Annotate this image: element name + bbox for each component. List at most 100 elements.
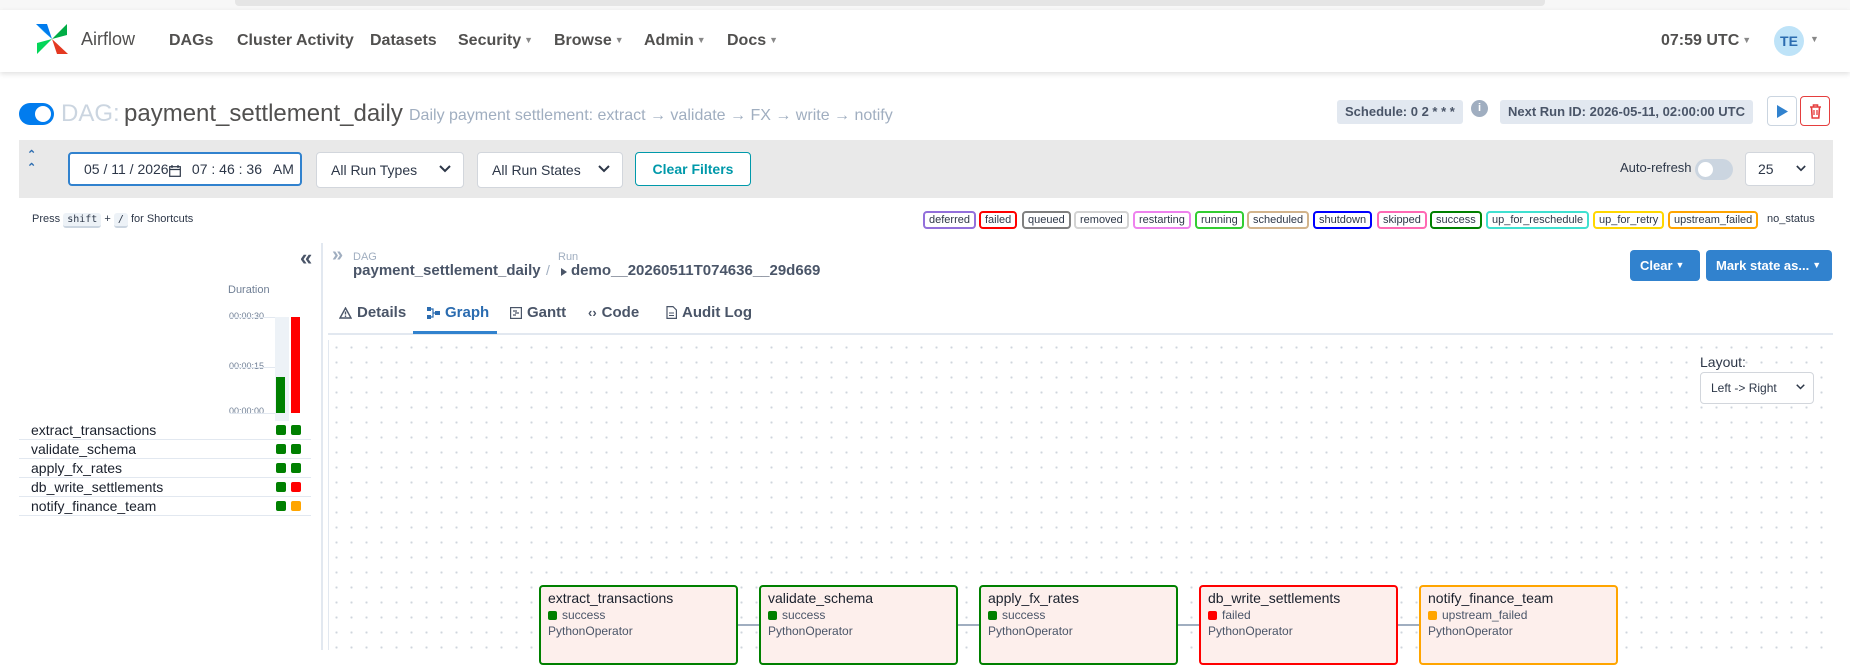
graph-node-validate-schema[interactable]: validate_schema success PythonOperator bbox=[759, 585, 958, 665]
nav-dags[interactable]: DAGs bbox=[169, 32, 213, 50]
trigger-dag-button[interactable] bbox=[1767, 96, 1797, 126]
task-row[interactable]: db_write_settlements bbox=[19, 478, 311, 497]
legend-running[interactable]: running bbox=[1195, 211, 1244, 229]
grid-line bbox=[230, 413, 276, 414]
legend-queued[interactable]: queued bbox=[1022, 211, 1071, 229]
tab-code[interactable]: ‹› Code bbox=[588, 304, 639, 321]
legend-upstream-failed[interactable]: upstream_failed bbox=[1668, 211, 1759, 229]
layout-value: Left -> Right bbox=[1711, 381, 1777, 395]
tab-gantt[interactable]: Gantt bbox=[510, 304, 566, 321]
graph-node-apply-fx-rates[interactable]: apply_fx_rates success PythonOperator bbox=[979, 585, 1178, 665]
tab-gantt-label: Gantt bbox=[527, 304, 567, 321]
chevron-down-icon: ▼ bbox=[696, 35, 706, 45]
task-instance-square[interactable] bbox=[291, 444, 301, 454]
task-instance-square[interactable] bbox=[291, 482, 301, 492]
shortcut-key-shift: shift bbox=[63, 213, 102, 228]
task-instance-square[interactable] bbox=[276, 501, 286, 511]
duration-bar-run-2[interactable] bbox=[291, 317, 300, 413]
breadcrumb-dag[interactable]: payment_settlement_daily bbox=[353, 262, 541, 279]
task-instance-square[interactable] bbox=[291, 463, 301, 473]
layout-select[interactable]: Left -> Right bbox=[1700, 372, 1814, 404]
node-state: upstream_failed bbox=[1428, 608, 1609, 622]
delete-dag-button[interactable] bbox=[1800, 96, 1830, 126]
shortcut-plus: + bbox=[104, 213, 111, 225]
legend-failed[interactable]: failed bbox=[979, 211, 1018, 229]
document-icon bbox=[666, 306, 677, 319]
panel-divider[interactable] bbox=[321, 243, 323, 650]
tab-details[interactable]: Details bbox=[339, 304, 406, 321]
tab-audit-log[interactable]: Audit Log bbox=[666, 304, 752, 321]
timezone-menu[interactable]: 07:59 UTC ▼ bbox=[1661, 32, 1751, 50]
clear-filters-button[interactable]: Clear Filters bbox=[635, 152, 751, 186]
nav-security[interactable]: Security ▼ bbox=[458, 32, 533, 50]
node-operator: PythonOperator bbox=[548, 624, 633, 638]
calendar-icon[interactable] bbox=[169, 165, 181, 177]
state-square bbox=[768, 610, 777, 620]
run-type-select[interactable]: All Run Types bbox=[316, 152, 464, 188]
legend-removed[interactable]: removed bbox=[1074, 211, 1129, 229]
expand-panel-icon[interactable]: » bbox=[332, 244, 343, 267]
task-row[interactable]: extract_transactions bbox=[19, 421, 311, 440]
task-instance-square[interactable] bbox=[276, 444, 286, 454]
legend-success[interactable]: success bbox=[1430, 211, 1482, 229]
chevrons-up-icon[interactable]: ⌃ ⌃ bbox=[27, 148, 36, 174]
nav-security-label: Security bbox=[458, 32, 522, 49]
auto-refresh-toggle[interactable] bbox=[1695, 159, 1733, 180]
dag-pause-toggle[interactable] bbox=[19, 103, 54, 125]
node-state-label: success bbox=[562, 608, 606, 622]
base-date-input[interactable]: 05 / 11 / 2026 07 : 46 : 36 AM bbox=[68, 152, 302, 186]
legend-restarting[interactable]: restarting bbox=[1133, 211, 1191, 229]
node-name: validate_schema bbox=[768, 590, 874, 606]
code-icon: ‹› bbox=[588, 305, 597, 320]
legend-skipped[interactable]: skipped bbox=[1377, 211, 1427, 229]
nav-docs[interactable]: Docs ▼ bbox=[727, 32, 778, 50]
grid-line bbox=[230, 367, 276, 368]
clear-task-button[interactable]: Clear ▼ bbox=[1630, 250, 1700, 281]
legend-shutdown[interactable]: shutdown bbox=[1313, 211, 1373, 229]
task-row[interactable]: notify_finance_team bbox=[19, 497, 311, 516]
task-row[interactable]: apply_fx_rates bbox=[19, 459, 311, 478]
graph-node-extract-transactions[interactable]: extract_transactions success PythonOpera… bbox=[539, 585, 738, 665]
mark-state-button[interactable]: Mark state as... ▼ bbox=[1706, 250, 1832, 281]
task-instance-square[interactable] bbox=[276, 482, 286, 492]
nav-datasets[interactable]: Datasets bbox=[370, 32, 437, 50]
chevron-down-icon bbox=[598, 165, 610, 173]
browser-top-strip bbox=[0, 0, 1850, 10]
chevron-down-icon: ▼ bbox=[1675, 260, 1685, 270]
state-square bbox=[1428, 610, 1437, 620]
run-state-select[interactable]: All Run States bbox=[477, 152, 623, 188]
tab-graph[interactable]: Graph bbox=[427, 304, 489, 321]
chevron-down-icon: ▼ bbox=[769, 35, 779, 45]
legend-up-for-reschedule[interactable]: up_for_reschedule bbox=[1486, 211, 1590, 229]
duration-bar-run-1[interactable] bbox=[276, 377, 285, 413]
nav-cluster-activity[interactable]: Cluster Activity bbox=[237, 32, 354, 50]
nav-browse[interactable]: Browse ▼ bbox=[554, 32, 624, 50]
graph-node-notify-finance-team[interactable]: notify_finance_team upstream_failed Pyth… bbox=[1419, 585, 1618, 665]
breadcrumb-run[interactable]: demo__20260511T074636__29d669 bbox=[571, 262, 820, 279]
legend-up-for-retry[interactable]: up_for_retry bbox=[1593, 211, 1665, 229]
graph-edge bbox=[958, 624, 980, 626]
dag-title: payment_settlement_daily bbox=[124, 100, 403, 127]
warning-icon bbox=[339, 306, 352, 319]
task-instance-square[interactable] bbox=[276, 463, 286, 473]
collapse-grid-icon[interactable]: « bbox=[300, 245, 312, 271]
node-state-label: upstream_failed bbox=[1442, 608, 1528, 622]
legend-no-status[interactable]: no_status bbox=[1767, 213, 1815, 225]
page-size-value: 25 bbox=[1758, 161, 1774, 177]
node-state-label: failed bbox=[1222, 608, 1251, 622]
brand[interactable]: Airflow bbox=[33, 20, 135, 58]
nav-browse-label: Browse bbox=[554, 32, 612, 49]
info-icon[interactable]: i bbox=[1471, 100, 1488, 117]
legend-scheduled[interactable]: scheduled bbox=[1247, 211, 1310, 229]
page-size-select[interactable]: 25 bbox=[1745, 152, 1815, 186]
task-row[interactable]: validate_schema bbox=[19, 440, 311, 459]
chevron-down-icon[interactable]: ▼ bbox=[1810, 34, 1819, 44]
graph-node-db-write-settlements[interactable]: db_write_settlements failed PythonOperat… bbox=[1199, 585, 1398, 665]
avatar[interactable]: TE bbox=[1774, 26, 1804, 56]
task-instance-square[interactable] bbox=[291, 501, 301, 511]
task-instance-square[interactable] bbox=[276, 425, 286, 435]
legend-deferred[interactable]: deferred bbox=[923, 211, 976, 229]
nav-admin[interactable]: Admin ▼ bbox=[644, 32, 706, 50]
duration-tick-0: 00:00:00 bbox=[229, 406, 265, 416]
task-instance-square[interactable] bbox=[291, 425, 301, 435]
